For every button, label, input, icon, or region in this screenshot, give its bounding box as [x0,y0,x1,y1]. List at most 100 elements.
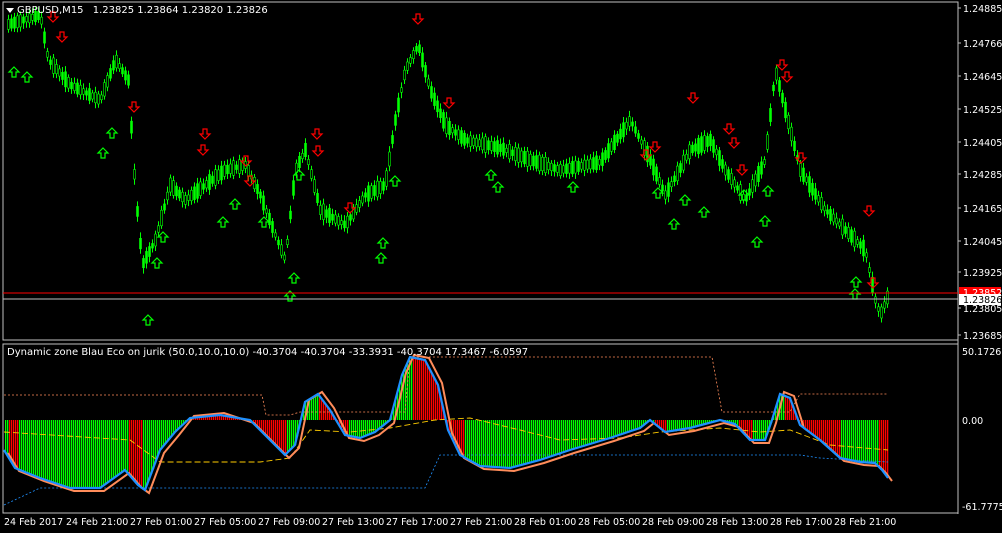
candle [736,185,739,191]
histogram-bar [357,420,359,438]
histogram-bar [271,420,273,441]
time-label: 28 Feb 21:00 [834,517,896,528]
histogram-bar [853,420,855,461]
candle [361,195,364,204]
candle [721,159,724,169]
histogram-bar [481,420,483,467]
candle [577,160,580,172]
candle [583,159,586,171]
histogram-bar [401,378,403,420]
candle [466,137,469,144]
candle [655,166,658,182]
histogram-bar [101,420,103,488]
candle [289,210,292,220]
candle [598,159,601,166]
candle [709,133,712,147]
histogram-bar [819,420,821,440]
histogram-bar [139,420,141,486]
histogram-bar [609,420,611,439]
histogram-bar [579,420,581,448]
histogram-bar [369,420,371,435]
candle [493,141,496,152]
candle [496,140,499,155]
candle [715,148,718,156]
histogram-bar [519,420,521,466]
histogram-bar [569,420,571,451]
candle [778,80,781,92]
histogram-bar [83,420,85,488]
histogram-bar [55,420,57,483]
histogram-bar [841,420,843,459]
candle [760,161,763,175]
arrow-down-icon [127,101,141,113]
histogram-bar [827,420,829,447]
candle [568,163,571,174]
histogram-bar [417,358,419,420]
arrow-up-icon [105,127,119,139]
candle [691,144,694,154]
histogram-bar [43,420,45,479]
histogram-bar [283,420,285,453]
histogram-bar [847,420,849,460]
histogram-bar [813,420,815,435]
histogram-bar [829,420,831,449]
candle [397,97,400,113]
symbol-dropdown-icon[interactable] [6,8,14,13]
candle [814,188,817,200]
histogram-bar [35,420,37,476]
candle [331,213,334,221]
histogram-bar [617,420,619,436]
candle [259,191,262,199]
histogram-bar [521,420,523,466]
candle [43,31,46,44]
histogram-bar [759,420,761,440]
histogram-bar [751,420,753,440]
candle [832,213,835,223]
candle [169,177,172,193]
histogram-bar [129,420,131,475]
histogram-bar [465,420,467,458]
histogram-bar [883,420,885,472]
histogram-bar [669,420,671,432]
histogram-bar [293,420,295,447]
histogram-bar [25,420,27,472]
histogram-bar [537,420,539,461]
candle [79,84,82,96]
histogram-bar [501,420,503,468]
candle [220,165,223,181]
main-chart-frame[interactable] [2,1,959,341]
histogram-bar [589,420,591,445]
candle [409,57,412,64]
price-label: 1.24405 [963,138,1002,149]
arrow-up-icon [287,272,301,284]
candle [430,86,433,99]
histogram-bar [69,420,71,488]
candle [133,169,136,180]
histogram-bar [99,420,101,488]
candle [328,207,331,223]
candle [175,185,178,197]
candle [469,135,472,147]
candle [424,65,427,78]
histogram-bar [475,420,477,464]
candle [310,169,313,179]
candle [727,169,730,180]
histogram-bar [753,420,755,440]
histogram-bar [505,420,507,468]
histogram-bar [887,420,889,477]
histogram-bar [871,420,873,463]
candle [313,179,316,193]
histogram-bar [7,420,9,455]
symbol-label[interactable]: GBPUSD,M15 [17,5,84,16]
histogram-bar [849,420,851,460]
price-label: 1.24885 [963,4,1002,15]
candle [277,239,280,246]
candle [376,180,379,198]
histogram-bar [349,420,351,436]
histogram-bar [549,420,551,457]
histogram-bar [267,420,269,437]
arrow-up-icon [7,66,21,78]
histogram-bar [425,360,427,420]
histogram-bar [541,420,543,460]
histogram-bar [511,420,513,468]
